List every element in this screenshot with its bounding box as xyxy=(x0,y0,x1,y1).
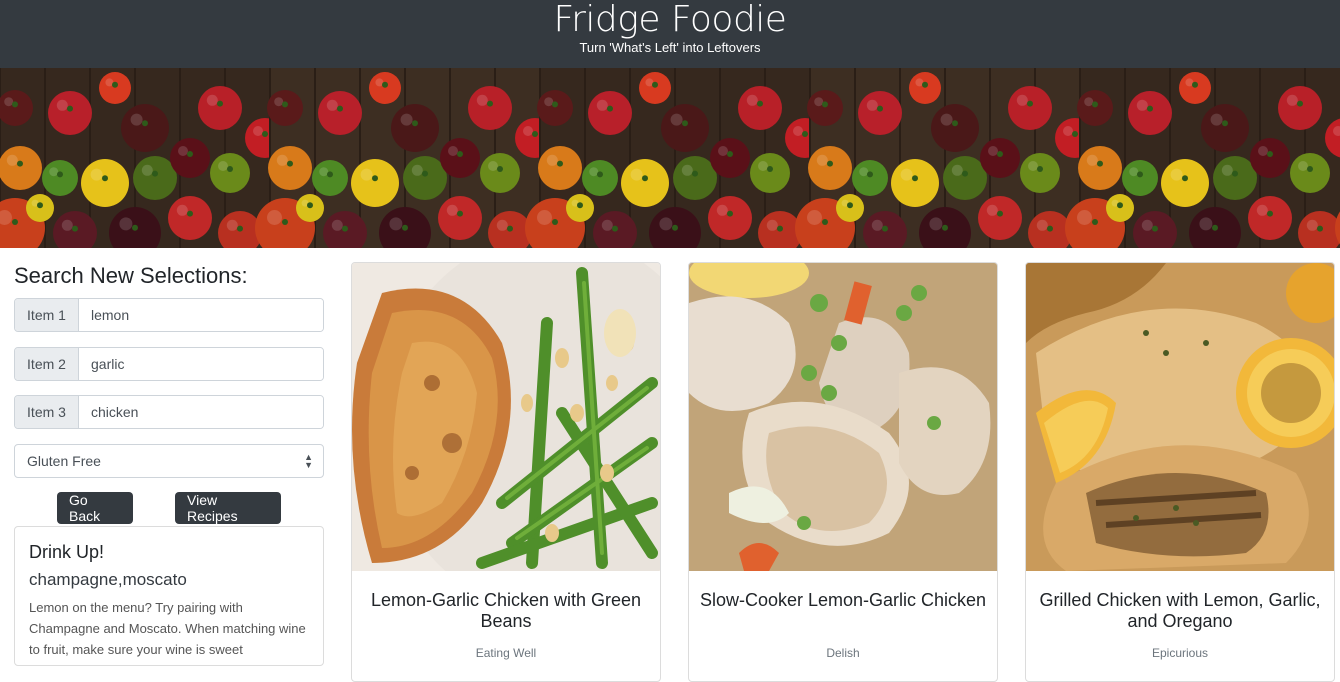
site-subtitle: Turn 'What's Left' into Leftovers xyxy=(579,40,761,55)
item-3-label: Item 3 xyxy=(15,396,79,428)
item-3-input[interactable] xyxy=(79,396,323,428)
recipe-source: Delish xyxy=(826,646,860,660)
item-3-group: Item 3 xyxy=(14,395,324,429)
site-header: Fridge Foodie Turn 'What's Left' into Le… xyxy=(0,0,1340,68)
chicken-green-beans-photo[interactable] xyxy=(352,263,660,571)
recipe-title[interactable]: Lemon-Garlic Chicken with Green Beans xyxy=(362,590,650,632)
recipe-title[interactable]: Slow-Cooker Lemon-Garlic Chicken xyxy=(699,590,987,611)
site-title: Fridge Foodie xyxy=(553,0,787,40)
drink-description: Lemon on the menu? Try pairing with Cham… xyxy=(29,600,306,657)
tomato-banner-image xyxy=(0,68,1340,248)
item-1-group: Item 1 xyxy=(14,298,324,332)
view-recipes-button[interactable]: View Recipes xyxy=(175,492,281,524)
item-1-label: Item 1 xyxy=(15,299,79,331)
recipe-source: Eating Well xyxy=(475,646,537,660)
recipe-card[interactable]: Grilled Chicken with Lemon, Garlic, and … xyxy=(1025,262,1335,682)
chicken-stew-photo[interactable] xyxy=(689,263,997,571)
item-1-input[interactable] xyxy=(79,299,323,331)
recipe-card[interactable]: Lemon-Garlic Chicken with Green Beans Ea… xyxy=(351,262,661,682)
item-2-group: Item 2 xyxy=(14,347,324,381)
recipe-title[interactable]: Grilled Chicken with Lemon, Garlic, and … xyxy=(1036,590,1324,632)
diet-select[interactable]: Gluten Free ▲ ▼ xyxy=(14,444,324,478)
recipe-card[interactable]: Slow-Cooker Lemon-Garlic Chicken Delish xyxy=(688,262,998,682)
select-arrows-icon: ▲ ▼ xyxy=(304,452,313,470)
drink-wines: champagne,moscato xyxy=(29,570,187,589)
search-heading: Search New Selections: xyxy=(14,263,248,288)
drink-title: Drink Up! xyxy=(29,542,105,562)
grilled-chicken-lemon-photo[interactable] xyxy=(1026,263,1334,571)
recipe-source: Epicurious xyxy=(1151,646,1209,660)
go-back-button[interactable]: Go Back xyxy=(57,492,133,524)
item-2-input[interactable] xyxy=(79,348,323,380)
drink-pairing-card: Drink Up! champagne,moscato Lemon on the… xyxy=(14,526,324,666)
diet-select-value: Gluten Free xyxy=(27,453,101,469)
item-2-label: Item 2 xyxy=(15,348,79,380)
